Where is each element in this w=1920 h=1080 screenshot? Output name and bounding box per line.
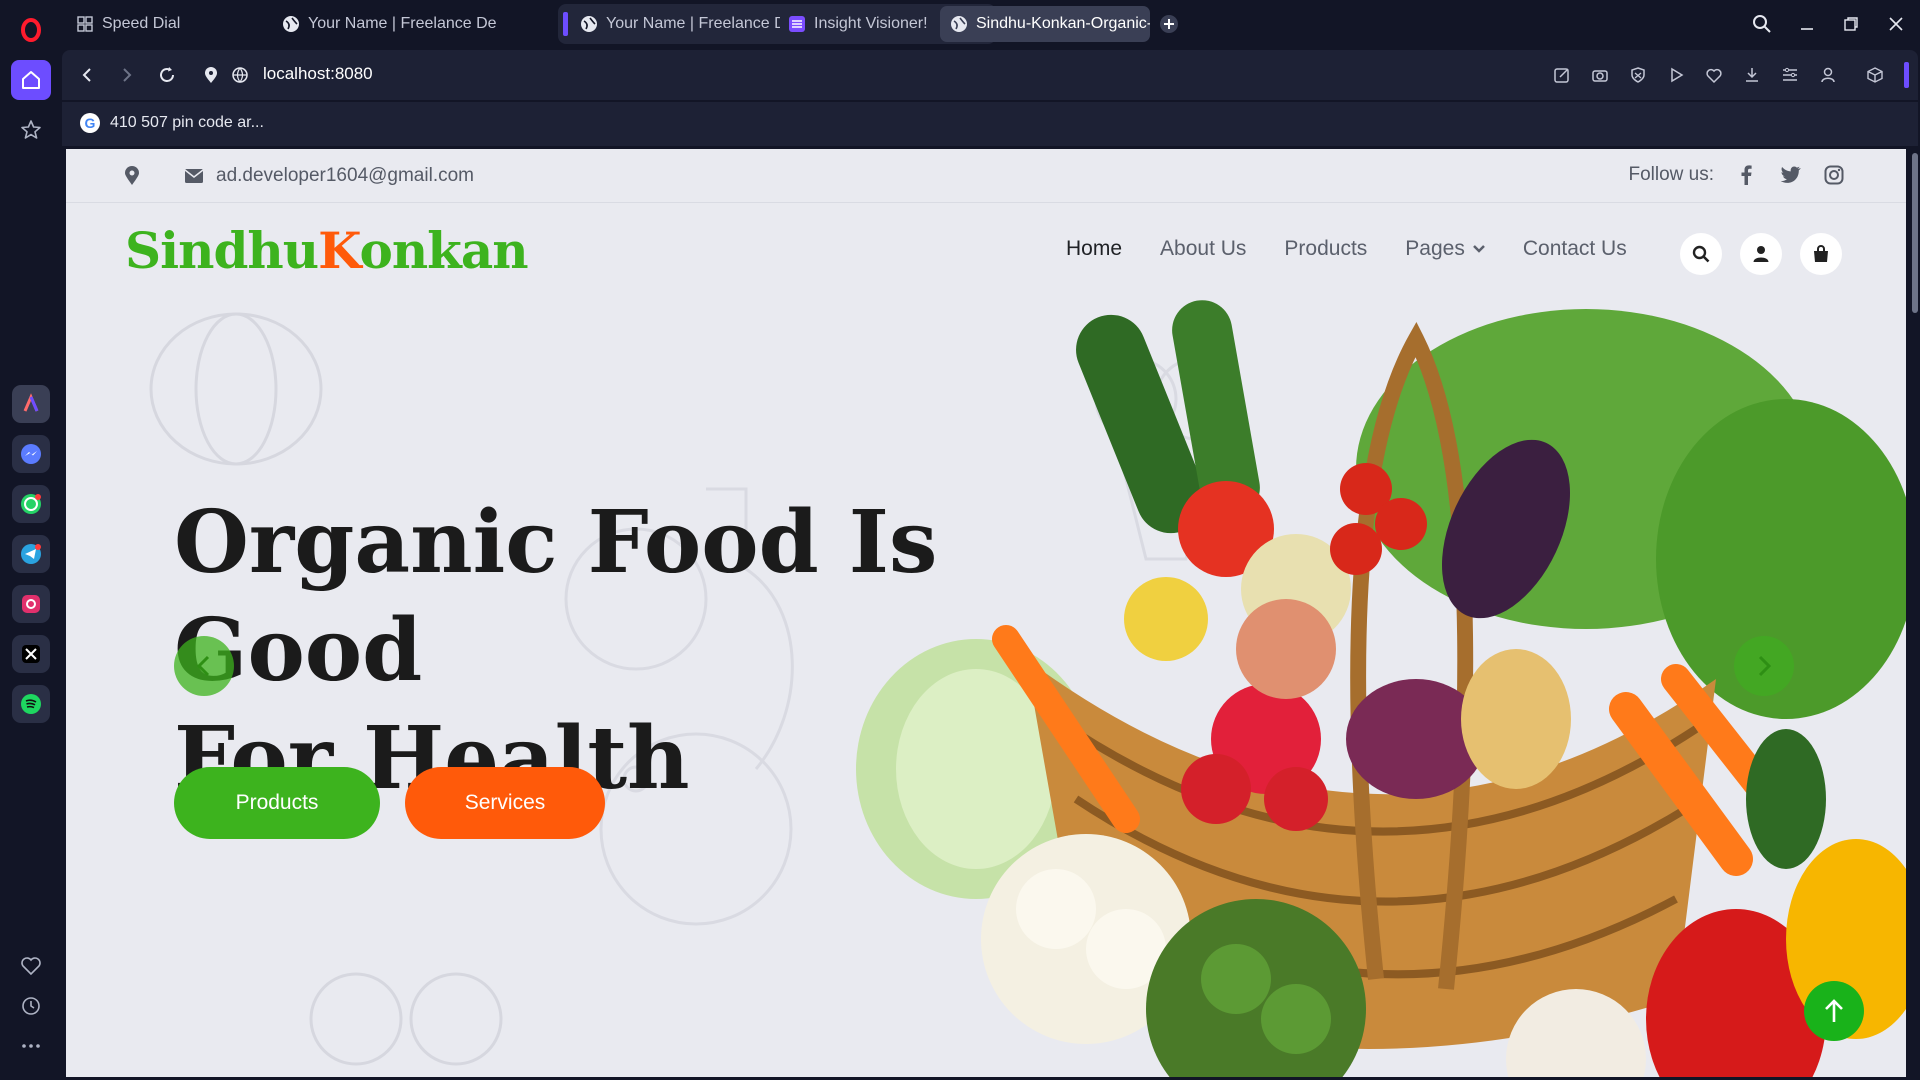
bookmark-item[interactable]: G 410 507 pin code ar... xyxy=(80,113,264,133)
nav-pages-dropdown[interactable]: Pages xyxy=(1405,237,1485,261)
bookmark-heart-icon[interactable] xyxy=(1701,62,1727,88)
web-page: ad.developer1604@gmail.com Follow us: Si… xyxy=(66,149,1906,1077)
page-scrollbar[interactable] xyxy=(1912,153,1918,313)
snapshot-edit-icon[interactable] xyxy=(1549,62,1575,88)
close-window-icon[interactable] xyxy=(1882,10,1910,38)
tab-label: Your Name | Freelance De xyxy=(308,15,497,32)
nav-contact[interactable]: Contact Us xyxy=(1523,237,1627,261)
email-text: ad.developer1604@gmail.com xyxy=(216,165,474,186)
logo-part-konkan-rest: onkan xyxy=(359,221,528,280)
heart-icon[interactable] xyxy=(11,946,51,986)
logo-part-sindhu: Sindhu xyxy=(125,221,319,280)
arrow-up-icon xyxy=(1825,999,1843,1022)
products-button[interactable]: Products xyxy=(174,767,380,839)
services-button[interactable]: Services xyxy=(405,767,605,839)
adblock-icon[interactable] xyxy=(1625,62,1651,88)
tab-group-marker xyxy=(563,12,568,36)
extensions-icon[interactable] xyxy=(1862,62,1888,88)
restore-icon[interactable] xyxy=(1837,10,1865,38)
x-app-icon[interactable] xyxy=(12,635,50,673)
easy-setup-icon[interactable] xyxy=(1777,62,1803,88)
star-icon[interactable] xyxy=(11,110,51,150)
twitter-icon[interactable] xyxy=(1778,163,1802,187)
tab-freelance-1[interactable]: Your Name | Freelance De xyxy=(272,6,542,42)
hero-title: Organic Food Is Good For Health xyxy=(174,489,1154,813)
bookmark-label: 410 507 pin code ar... xyxy=(110,114,264,131)
carousel-prev-button[interactable] xyxy=(174,636,234,696)
chevron-down-icon xyxy=(1472,245,1485,253)
tab-speed-dial[interactable]: Speed Dial xyxy=(66,6,266,42)
speed-dial-icon xyxy=(76,15,94,33)
list-icon xyxy=(788,15,806,33)
tab-label: Sindhu-Konkan-Organic-F xyxy=(976,15,1150,32)
carousel-next-button[interactable] xyxy=(1734,636,1794,696)
site-info-icon[interactable] xyxy=(227,62,253,88)
play-icon[interactable] xyxy=(1663,62,1689,88)
messenger-icon[interactable] xyxy=(12,435,50,473)
nav-home[interactable]: Home xyxy=(1066,237,1122,261)
telegram-icon[interactable] xyxy=(12,535,50,573)
bookmarks-bar: G 410 507 pin code ar... xyxy=(62,102,1918,146)
minimize-icon[interactable] xyxy=(1793,10,1821,38)
nav-pages-label: Pages xyxy=(1405,237,1465,260)
more-icon[interactable] xyxy=(11,1026,51,1066)
shopping-bag-icon xyxy=(1814,245,1828,262)
spotify-icon[interactable] xyxy=(12,685,50,723)
hero-title-line-1: Organic Food Is Good xyxy=(174,492,938,701)
pumpkin-outline-decoration xyxy=(149,312,323,466)
forward-icon[interactable] xyxy=(114,62,140,88)
search-icon xyxy=(1692,245,1710,263)
back-icon[interactable] xyxy=(74,62,100,88)
sidebar-accent xyxy=(1904,62,1909,88)
social-follow: Follow us: xyxy=(1628,163,1846,187)
reload-icon[interactable] xyxy=(154,62,180,88)
account-button[interactable] xyxy=(1740,233,1782,275)
chevron-right-icon xyxy=(1758,655,1772,677)
tab-label: Insight Visioner! xyxy=(814,15,928,32)
user-icon xyxy=(1753,246,1769,262)
chevron-left-icon xyxy=(196,655,210,677)
location-icon xyxy=(124,166,140,191)
top-info-bar: ad.developer1604@gmail.com Follow us: xyxy=(66,149,1906,203)
nav-products[interactable]: Products xyxy=(1284,237,1367,261)
home-icon[interactable] xyxy=(11,60,51,100)
nav-about[interactable]: About Us xyxy=(1160,237,1246,261)
tab-label: Speed Dial xyxy=(102,15,181,32)
logo-part-konkan-k: K xyxy=(318,221,360,280)
follow-label: Follow us: xyxy=(1628,164,1714,185)
whatsapp-icon[interactable] xyxy=(12,485,50,523)
search-tabs-icon[interactable] xyxy=(1748,10,1776,38)
aria-app-icon[interactable] xyxy=(12,385,50,423)
tab-strip: Speed Dial Your Name | Freelance De Your… xyxy=(62,0,1920,48)
envelope-icon xyxy=(184,169,204,183)
facebook-icon[interactable] xyxy=(1734,163,1758,187)
location-pin-icon[interactable] xyxy=(198,62,224,88)
history-icon[interactable] xyxy=(11,986,51,1026)
tab-sindhu-konkan[interactable]: Sindhu-Konkan-Organic-F xyxy=(940,6,1150,42)
new-tab-icon[interactable] xyxy=(1155,10,1183,38)
globe-icon xyxy=(950,15,968,33)
vegetable-outline-decoration xyxy=(309,972,503,1066)
instagram-icon[interactable] xyxy=(1822,163,1846,187)
url-text[interactable]: localhost:8080 xyxy=(263,64,373,84)
profile-icon[interactable] xyxy=(1815,62,1841,88)
download-icon[interactable] xyxy=(1739,62,1765,88)
camera-icon[interactable] xyxy=(1587,62,1613,88)
instagram-app-icon[interactable] xyxy=(12,585,50,623)
opera-sidebar xyxy=(0,0,62,1080)
browser-window: Speed Dial Your Name | Freelance De Your… xyxy=(0,0,1920,1080)
globe-icon xyxy=(282,15,300,33)
main-nav: Home About Us Products Pages Contact Us xyxy=(1066,237,1627,261)
back-to-top-button[interactable] xyxy=(1804,981,1864,1041)
tab-freelance-2[interactable]: Your Name | Freelance De xyxy=(570,6,780,42)
cart-button[interactable] xyxy=(1800,233,1842,275)
opera-logo-icon[interactable] xyxy=(11,10,51,50)
site-logo[interactable]: SindhuKonkan xyxy=(125,221,529,280)
tab-label: Your Name | Freelance De xyxy=(606,15,780,32)
google-icon: G xyxy=(80,113,100,133)
contact-email[interactable]: ad.developer1604@gmail.com xyxy=(184,165,474,187)
address-bar: localhost:8080 xyxy=(62,50,1918,100)
globe-icon xyxy=(580,15,598,33)
search-button[interactable] xyxy=(1680,233,1722,275)
